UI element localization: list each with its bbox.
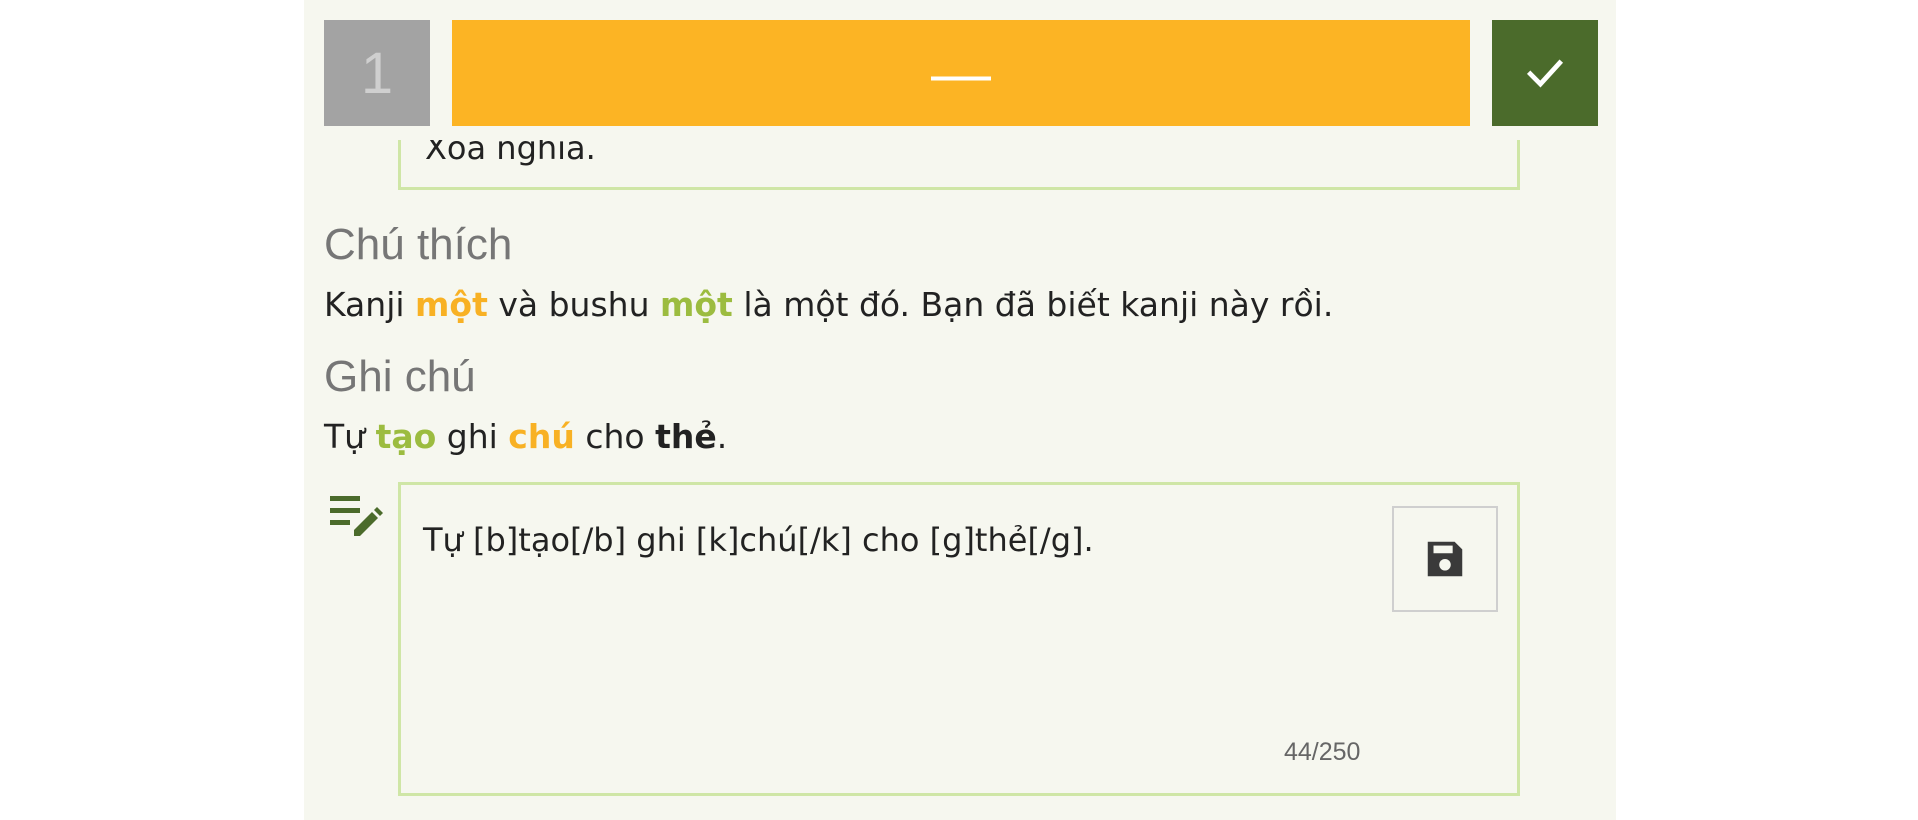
check-button[interactable] xyxy=(1492,20,1598,126)
explanation-text-part: Kanji xyxy=(324,285,416,324)
top-bar: 1 — xyxy=(304,0,1616,140)
note-text-part: cho xyxy=(574,417,656,456)
kanji-highlight: một xyxy=(415,285,488,324)
note-text-part: . xyxy=(716,417,728,456)
explanation-text-part: và bushu xyxy=(487,285,660,324)
bushu-highlight: một xyxy=(659,285,733,324)
explanation-title: Chú thích xyxy=(324,220,513,269)
note-highlight-green: tạo xyxy=(375,417,437,456)
note-highlight-orange: chú xyxy=(508,417,575,456)
card-counter: 1 xyxy=(324,20,430,126)
note-input[interactable]: Tự [b]tạo[/b] ghi [k]chú[/k] cho [g]thẻ[… xyxy=(423,521,1323,559)
explanation-text-part: là một đó. Bạn đã biết kanji này rồi. xyxy=(732,285,1334,324)
explanation-text: Kanji một và bushu một là một đó. Bạn đã… xyxy=(324,285,1333,324)
note-text-part: ghi xyxy=(436,417,509,456)
note-preview: Tự tạo ghi chú cho thẻ. xyxy=(324,417,727,456)
check-icon xyxy=(1526,59,1564,88)
note-text-part: Tự xyxy=(324,417,376,456)
save-button[interactable] xyxy=(1392,506,1498,612)
note-highlight-bold: thẻ xyxy=(655,417,717,456)
save-icon xyxy=(1427,541,1463,577)
answer-bar[interactable]: — xyxy=(452,20,1470,126)
edit-note-icon[interactable] xyxy=(328,492,384,542)
char-count: 44/250 xyxy=(1284,738,1361,766)
note-title: Ghi chú xyxy=(324,352,476,401)
app-container: Xóa nghĩa. 1 — Chú thích Kanji một và bu… xyxy=(304,0,1616,820)
